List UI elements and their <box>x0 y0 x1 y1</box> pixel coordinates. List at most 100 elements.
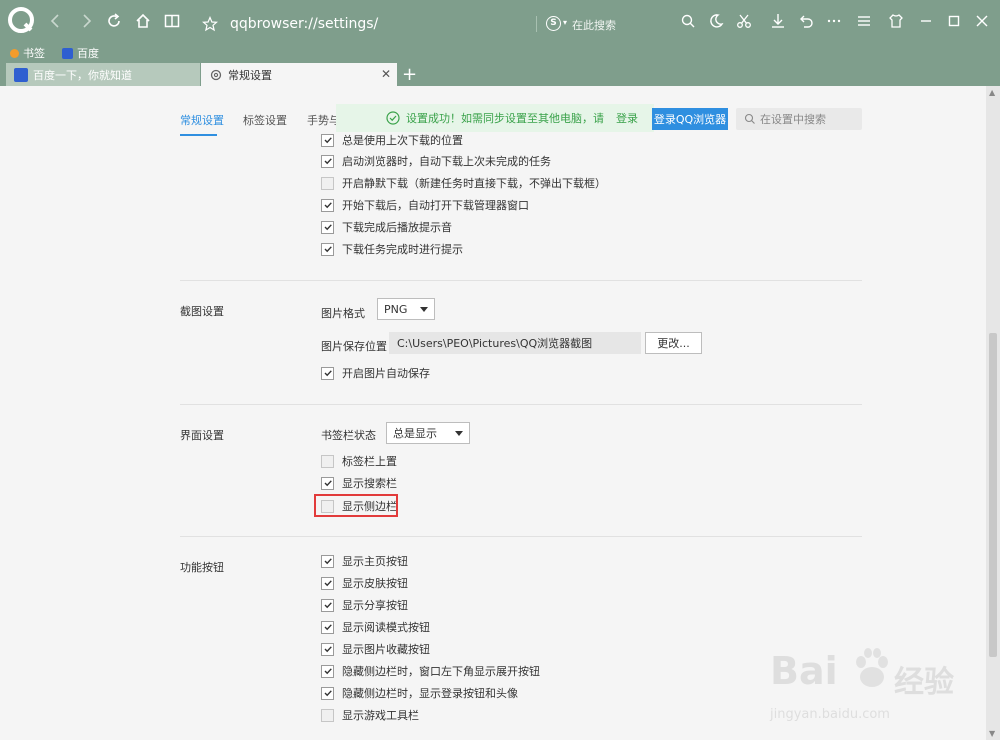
checkbox-row[interactable]: 总是使用上次下载的位置 <box>321 132 463 148</box>
checkbox-row[interactable]: 开始下载后，自动打开下载管理器窗口 <box>321 197 529 213</box>
section-divider <box>180 404 862 405</box>
qq-browser-logo-icon[interactable] <box>8 7 34 33</box>
reader-icon[interactable] <box>160 9 184 33</box>
checkbox-row[interactable]: 显示皮肤按钮 <box>321 575 408 591</box>
checkbox-row[interactable]: 启动浏览器时，自动下载上次未完成的任务 <box>321 153 551 169</box>
nav-tab-general[interactable]: 常规设置 <box>180 112 224 128</box>
new-tab-button[interactable]: + <box>402 64 417 85</box>
checkbox-row[interactable]: 下载任务完成时进行提示 <box>321 241 463 257</box>
checkbox-unchecked[interactable] <box>321 708 334 722</box>
menu-icon[interactable] <box>852 9 876 33</box>
sync-toast: 设置成功！如需同步设置至其他电脑，请 登录 <box>336 104 654 132</box>
search-input[interactable]: 在此搜索 <box>572 17 616 33</box>
checkbox-checked[interactable] <box>321 133 334 147</box>
scroll-up-icon[interactable]: ▲ <box>989 88 995 97</box>
highlight-box <box>314 494 398 517</box>
checkbox-checked[interactable] <box>321 642 334 656</box>
gear-icon <box>210 69 222 80</box>
chevron-down-icon: ▾ <box>563 18 568 27</box>
settings-search-input[interactable]: 在设置中搜索 <box>736 108 862 130</box>
checkbox-row[interactable]: 开启静默下载（新建任务时直接下载，不弹出下载框） <box>321 175 606 191</box>
search-divider <box>536 16 537 32</box>
checkbox-unchecked[interactable] <box>321 176 334 190</box>
checkbox-checked[interactable] <box>321 476 334 490</box>
section-label-screenshot: 截图设置 <box>180 305 224 318</box>
scroll-thumb[interactable] <box>989 333 997 657</box>
format-label: 图片格式 <box>321 307 365 320</box>
tab-settings[interactable]: 常规设置 ✕ <box>201 63 397 86</box>
checkbox-row[interactable]: 显示游戏工具栏 <box>321 707 419 723</box>
scissors-icon[interactable] <box>732 9 756 33</box>
checkbox-row[interactable]: 显示搜索栏 <box>321 475 397 491</box>
baidu-paw-icon <box>14 67 28 82</box>
checkbox-checked[interactable] <box>321 576 334 590</box>
browser-chrome: qqbrowser://settings/ S ▾ 在此搜索 书签 百度 百度一… <box>0 0 1000 86</box>
baidu-watermark: Bai 经验 jingyan.baidu.com <box>770 648 954 722</box>
minimize-icon[interactable] <box>914 9 938 33</box>
checkbox-row[interactable]: 隐藏侧边栏时，窗口左下角显示展开按钮 <box>321 663 540 679</box>
checkbox-checked[interactable] <box>321 366 334 380</box>
checkbox-checked[interactable] <box>321 198 334 212</box>
bookmark-baidu[interactable]: 百度 <box>62 45 99 61</box>
tab-strip: 百度一下，你就知道 常规设置 ✕ + <box>0 62 1000 86</box>
address-bar[interactable]: qqbrowser://settings/ <box>194 12 706 38</box>
active-tab-indicator <box>180 134 217 136</box>
save-path-field: C:\Users\PEO\Pictures\QQ浏览器截图 <box>389 332 641 354</box>
search-icon[interactable] <box>676 9 700 33</box>
dropdown-arrow-icon <box>455 431 463 436</box>
close-window-icon[interactable] <box>970 9 994 33</box>
section-label-buttons: 功能按钮 <box>180 561 224 574</box>
settings-nav: 常规设置 标签设置 手势与 设置成功！如需同步设置至其他电脑，请 登录 登录QQ… <box>170 104 870 136</box>
checkbox-checked[interactable] <box>321 620 334 634</box>
baidu-paw-icon <box>856 648 888 687</box>
checkbox-checked[interactable] <box>321 220 334 234</box>
checkbox-row[interactable]: 下载完成后播放提示音 <box>321 219 452 235</box>
tab-baidu[interactable]: 百度一下，你就知道 <box>6 63 200 86</box>
address-text[interactable]: qqbrowser://settings/ <box>230 16 378 32</box>
checkbox-unchecked[interactable] <box>321 454 334 468</box>
scroll-down-icon[interactable]: ▼ <box>989 729 995 738</box>
maximize-icon[interactable] <box>942 9 966 33</box>
skin-icon[interactable] <box>884 9 908 33</box>
checkbox-checked[interactable] <box>321 242 334 256</box>
checkbox-row[interactable]: 开启图片自动保存 <box>321 365 430 381</box>
bookmark-folder[interactable]: 书签 <box>10 45 45 61</box>
check-circle-icon <box>386 111 400 125</box>
forward-icon[interactable] <box>74 9 98 33</box>
undo-icon[interactable] <box>794 9 818 33</box>
back-icon[interactable] <box>44 9 68 33</box>
nav-tab-tabs[interactable]: 标签设置 <box>243 112 287 128</box>
refresh-icon[interactable] <box>102 9 126 33</box>
home-icon[interactable] <box>131 9 155 33</box>
section-label-interface: 界面设置 <box>180 429 224 442</box>
bookmark-bar-label: 书签栏状态 <box>321 429 376 442</box>
checkbox-row[interactable]: 显示阅读模式按钮 <box>321 619 430 635</box>
login-qq-button[interactable]: 登录QQ浏览器 <box>652 108 728 130</box>
checkbox-checked[interactable] <box>321 686 334 700</box>
more-icon[interactable] <box>822 9 846 33</box>
toast-login-link[interactable]: 登录 <box>616 110 638 126</box>
checkbox-checked[interactable] <box>321 554 334 568</box>
checkbox-row[interactable]: 显示分享按钮 <box>321 597 408 613</box>
night-mode-icon[interactable] <box>704 9 728 33</box>
checkbox-row[interactable]: 隐藏侧边栏时，显示登录按钮和头像 <box>321 685 518 701</box>
format-select[interactable]: PNG <box>377 298 435 320</box>
star-bookmark-icon[interactable] <box>202 16 218 32</box>
search-engine-icon[interactable]: S ▾ <box>546 14 567 31</box>
page-scrollbar[interactable]: ▲ ▼ <box>986 86 1000 740</box>
baidu-paw-icon <box>62 47 73 59</box>
checkbox-checked[interactable] <box>321 154 334 168</box>
change-path-button[interactable]: 更改... <box>645 332 702 354</box>
checkbox-row[interactable]: 显示主页按钮 <box>321 553 408 569</box>
bookmarks-bar: 书签 百度 <box>0 42 1000 62</box>
path-label: 图片保存位置 <box>321 340 387 353</box>
settings-page: 常规设置 标签设置 手势与 设置成功！如需同步设置至其他电脑，请 登录 登录QQ… <box>0 86 986 740</box>
section-divider <box>180 280 862 281</box>
checkbox-checked[interactable] <box>321 664 334 678</box>
checkbox-row[interactable]: 显示图片收藏按钮 <box>321 641 430 657</box>
checkbox-row[interactable]: 标签栏上置 <box>321 453 397 469</box>
download-icon[interactable] <box>766 9 790 33</box>
close-tab-icon[interactable]: ✕ <box>381 67 391 81</box>
checkbox-checked[interactable] <box>321 598 334 612</box>
bookmark-bar-select[interactable]: 总是显示 <box>386 422 470 444</box>
